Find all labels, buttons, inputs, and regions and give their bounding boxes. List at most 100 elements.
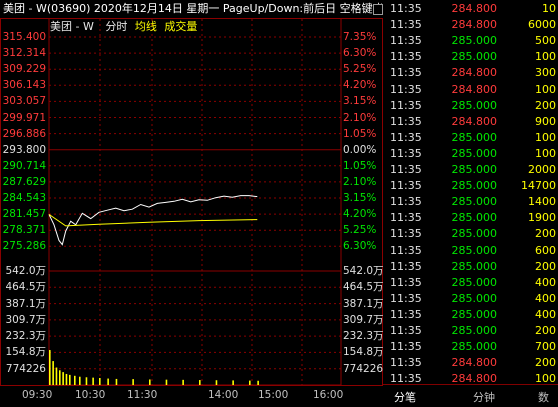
price-axis-label: 278.371 [2, 224, 46, 237]
tick-price: 285.000 [451, 227, 498, 241]
time-axis-label: 14:00 [208, 389, 239, 401]
tick-row[interactable]: 11:35 285.000 200 [383, 226, 558, 242]
tab-shuzhi[interactable]: 数值 [538, 389, 558, 407]
tick-row[interactable]: 11:35 285.000 400 [383, 275, 558, 291]
time-axis-label: 11:30 [127, 389, 158, 401]
volume-bar [115, 378, 118, 385]
tick-volume: 200 [535, 98, 556, 112]
tick-row[interactable]: 11:35 285.000 700 [383, 339, 558, 355]
tick-time: 11:35 [390, 50, 422, 64]
tick-volume: 300 [535, 66, 556, 80]
tick-price: 285.000 [451, 324, 498, 337]
tick-time: 11:35 [390, 34, 422, 48]
tick-row[interactable]: 11:35 285.000 200 [383, 259, 558, 275]
percent-axis-label: 5.25% [343, 224, 377, 237]
tick-row[interactable]: 11:35 285.000 100 [383, 146, 558, 162]
tick-price: 285.000 [451, 34, 498, 48]
volume-axis-label: 464.5万 [5, 281, 46, 294]
tick-price: 285.000 [451, 195, 498, 209]
tick-volume: 1900 [528, 211, 556, 225]
tick-row[interactable]: 11:35 284.800 900 [383, 114, 558, 130]
volume-bar [232, 380, 234, 385]
tick-row[interactable]: 11:35 284.800 300 [383, 65, 558, 81]
tick-volume: 200 [535, 259, 556, 273]
tick-row[interactable]: 11:35 285.000 2000 [383, 162, 558, 178]
percent-axis-label: 2.10% [343, 175, 377, 188]
volume-bar [182, 379, 184, 385]
tick-row[interactable]: 11:35 285.000 400 [383, 307, 558, 323]
tab-fenzhong[interactable]: 分钟 [473, 389, 495, 405]
tick-volume: 200 [535, 356, 556, 370]
tick-time: 11:35 [390, 195, 422, 209]
tab-fenbi[interactable]: 分笔 [394, 389, 416, 405]
tick-volume: 200 [535, 324, 556, 337]
tick-volume: 14700 [521, 179, 556, 193]
tick-time: 11:35 [390, 307, 422, 321]
tick-volume: 600 [535, 243, 556, 257]
tick-price: 285.000 [451, 211, 498, 225]
tick-time: 11:35 [390, 340, 422, 354]
tick-price: 285.000 [451, 291, 498, 305]
volume-axis-label: 774226 [5, 362, 46, 375]
volume-bar [132, 379, 134, 385]
tick-row[interactable]: 11:35 285.000 200 [383, 323, 558, 339]
tick-panel-tabs: 分笔 分钟 数值 [383, 384, 558, 407]
tick-time: 11:35 [390, 146, 422, 160]
tick-row[interactable]: 11:35 285.000 14700 [383, 178, 558, 194]
tick-row[interactable]: 11:35 285.000 200 [383, 98, 558, 114]
volume-bar [49, 350, 51, 385]
tick-row[interactable]: 11:35 285.000 1400 [383, 194, 558, 210]
tick-row[interactable]: 11:35 284.800 100 [383, 82, 558, 98]
volume-bar [249, 380, 251, 385]
tick-row[interactable]: 11:35 285.000 600 [383, 243, 558, 259]
percent-axis-label: 6.30% [343, 47, 377, 60]
percent-axis-label: 4.20% [343, 79, 377, 92]
price-axis-label: 275.286 [2, 240, 46, 253]
volume-bar [65, 373, 68, 385]
tick-price: 284.800 [451, 356, 498, 370]
tick-volume: 400 [535, 291, 556, 305]
tick-volume: 700 [535, 340, 556, 354]
tick-volume: 10 [542, 2, 556, 15]
legend-fenshi[interactable]: 分时 [105, 20, 127, 33]
intraday-chart[interactable] [0, 0, 383, 407]
tick-time: 11:35 [390, 291, 422, 305]
tick-panel[interactable]: 11:35 284.800 10 11:35 284.800 6000 11:35 285.0… [383, 0, 558, 407]
volume-bar [165, 379, 168, 385]
tick-price: 285.000 [451, 130, 498, 144]
tick-time: 11:35 [390, 243, 422, 257]
tick-row[interactable]: 11:35 285.000 100 [383, 49, 558, 65]
volume-bar [52, 361, 54, 385]
percent-axis-label: 0.00% [343, 143, 377, 156]
time-axis-label: 09:30 [22, 389, 53, 401]
volume-axis-label: 232.3万 [343, 330, 384, 343]
tick-price: 285.000 [451, 50, 498, 64]
tick-volume: 1400 [528, 195, 556, 209]
tick-price: 285.000 [451, 98, 498, 112]
tick-row[interactable]: 11:35 285.000 500 [383, 33, 558, 49]
volume-axis-label: 542.0万 [5, 265, 46, 277]
tick-row[interactable]: 11:35 284.800 6000 [383, 17, 558, 33]
percent-axis-label: 7.35% [343, 31, 377, 43]
price-axis-label: 293.800 [2, 143, 46, 156]
tick-row[interactable]: 11:35 284.800 10 [383, 1, 558, 17]
legend-volume[interactable]: 成交量 [164, 20, 197, 33]
volume-bar [74, 375, 76, 385]
volume-bar [199, 380, 201, 385]
tick-time: 11:35 [390, 114, 422, 128]
tick-row[interactable]: 11:35 285.000 400 [383, 291, 558, 307]
tick-row[interactable]: 11:35 285.000 100 [383, 130, 558, 146]
tick-row[interactable]: 11:35 284.800 200 [383, 355, 558, 371]
price-axis-label: 281.457 [2, 208, 46, 221]
legend-avg-line[interactable]: 均线 [135, 20, 157, 33]
time-axis-label: 15:00 [258, 389, 289, 401]
tick-row[interactable]: 11:35 285.000 1900 [383, 210, 558, 226]
tick-volume: 2000 [528, 163, 556, 176]
volume-bar [62, 372, 64, 385]
percent-axis-label: 4.20% [343, 208, 377, 221]
volume-bar [215, 380, 218, 385]
tick-volume: 200 [535, 227, 556, 241]
tick-price: 284.800 [451, 2, 498, 15]
tick-time: 11:35 [390, 2, 422, 15]
tick-time: 11:35 [390, 227, 422, 241]
